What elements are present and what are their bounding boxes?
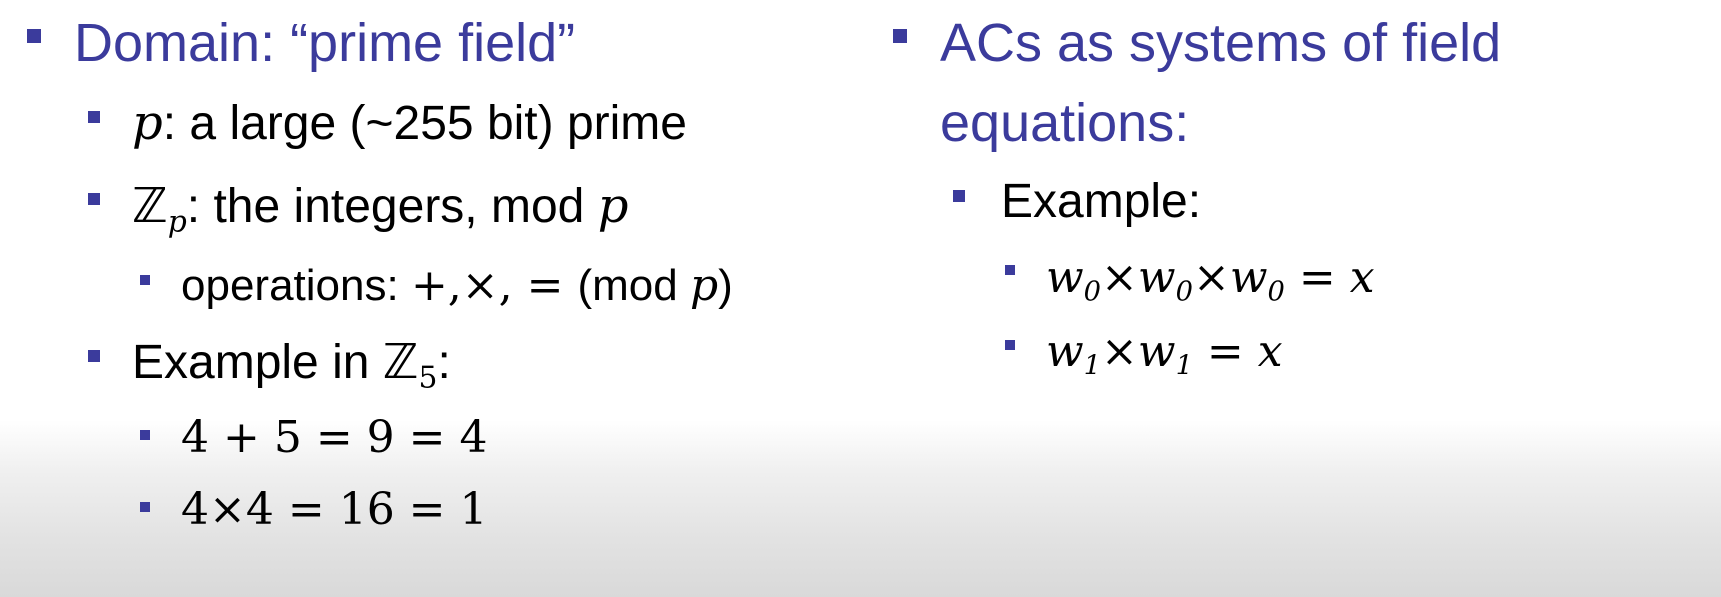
example-z5-text: Example in bbox=[132, 336, 383, 389]
zp-item: ℤp: the integers, mod p bbox=[132, 180, 628, 237]
bullet-icon bbox=[1005, 265, 1015, 275]
equation-square: w1×w1 = x bbox=[1046, 326, 1283, 382]
zp-symbol: ℤ bbox=[132, 178, 168, 234]
operations-label: operations: bbox=[181, 261, 411, 310]
p-symbol: p bbox=[132, 95, 163, 151]
z5-symbol: ℤ bbox=[382, 334, 419, 390]
acs-heading-line2: equations: bbox=[940, 93, 1190, 153]
equation-addition: 4 + 5 = 9 = 4 bbox=[181, 412, 488, 463]
operations-symbols: +,×, = bbox=[410, 260, 578, 311]
z5-subscript: 5 bbox=[418, 360, 438, 396]
zp-subscript: p bbox=[167, 204, 187, 240]
bullet-icon bbox=[140, 275, 150, 285]
equation-multiplication: 4×4 = 16 = 1 bbox=[181, 484, 488, 535]
example-z5-colon: : bbox=[437, 336, 451, 389]
operations-mod-open: (mod bbox=[577, 261, 690, 310]
operations-mod-close: ) bbox=[718, 261, 733, 310]
bullet-icon bbox=[140, 430, 150, 440]
bullet-icon bbox=[893, 29, 907, 43]
prime-p-item: p: a large (~255 bit) prime bbox=[132, 99, 687, 148]
operations-item: operations: +,×, = (mod p) bbox=[181, 264, 733, 308]
prime-p-text: : a large (~255 bit) prime bbox=[162, 97, 687, 150]
example-label: Example: bbox=[1001, 175, 1202, 228]
bullet-icon bbox=[88, 350, 100, 362]
zp-text: : the integers, mod bbox=[186, 180, 598, 233]
bullet-icon bbox=[88, 111, 100, 123]
example-z5-item: Example in ℤ5: bbox=[132, 336, 451, 393]
equation-cube: w0×w0×w0 = x bbox=[1046, 252, 1375, 308]
bullet-icon bbox=[1005, 340, 1015, 350]
bullet-icon bbox=[953, 190, 965, 202]
bullet-icon bbox=[88, 193, 100, 205]
operations-var: p bbox=[689, 260, 719, 311]
acs-heading-line1: ACs as systems of field bbox=[940, 13, 1502, 73]
zp-var: p bbox=[597, 178, 629, 234]
domain-heading: Domain: “prime field” bbox=[74, 13, 576, 73]
bullet-icon bbox=[140, 502, 150, 512]
bullet-icon bbox=[27, 29, 41, 43]
